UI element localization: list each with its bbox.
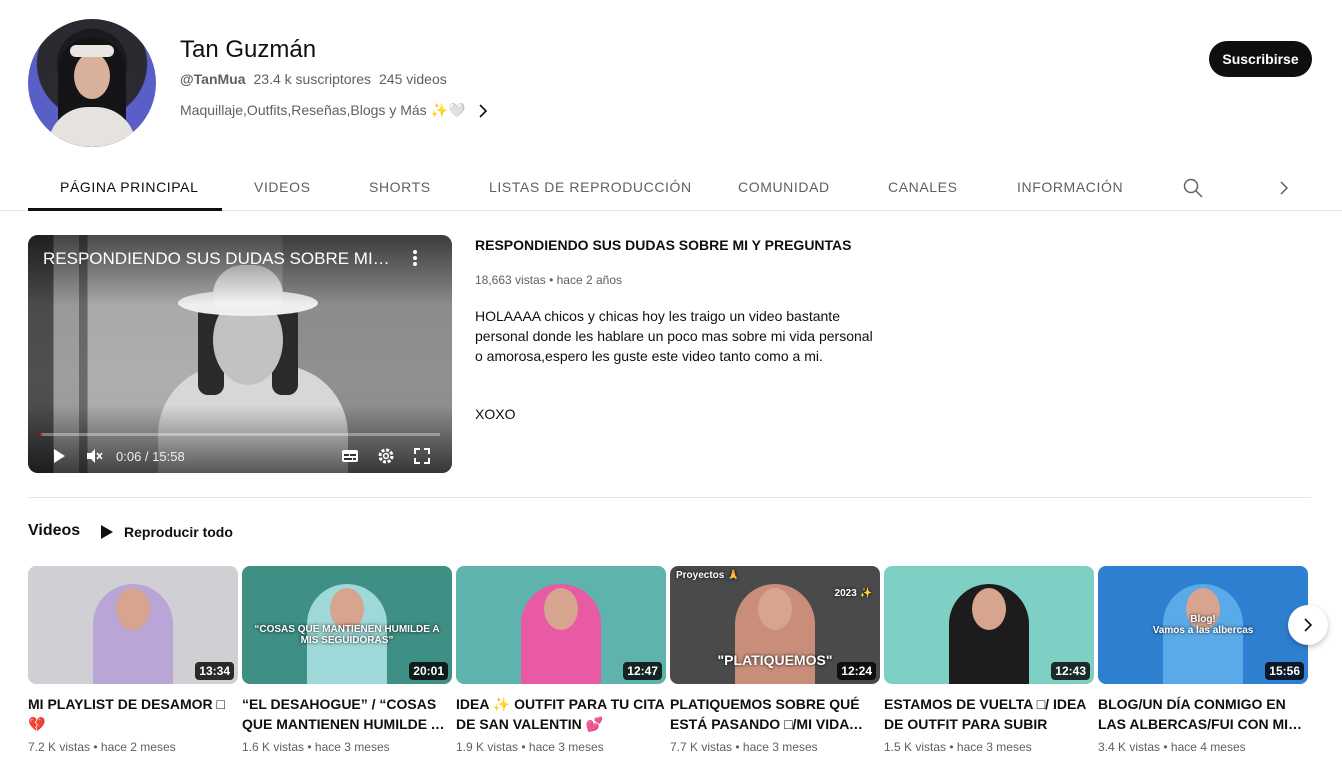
tab-playlists[interactable]: LISTAS DE REPRODUCCIÓN bbox=[489, 179, 692, 195]
play-all-label: Reproducir todo bbox=[124, 524, 233, 540]
video-meta: 1.6 K vistas • hace 3 meses bbox=[242, 740, 390, 754]
play-icon bbox=[101, 525, 113, 539]
video-card[interactable]: "PLATIQUEMOS" Proyectos 🙏 2023 ✨ 12:24 PLA… bbox=[670, 566, 880, 754]
video-meta: 7.2 K vistas • hace 2 meses bbox=[28, 740, 176, 754]
video-thumbnail[interactable]: "PLATIQUEMOS" Proyectos 🙏 2023 ✨ 12:24 bbox=[670, 566, 880, 684]
video-card[interactable]: 13:34 MI PLAYLIST DE DESAMOR □ 💔 7.2 K v… bbox=[28, 566, 238, 754]
video-title[interactable]: IDEA ✨ OUTFIT PARA TU CITA DE SAN VALENT… bbox=[456, 694, 666, 734]
chevron-right-icon bbox=[479, 103, 488, 118]
video-title[interactable]: MI PLAYLIST DE DESAMOR □ 💔 bbox=[28, 694, 238, 734]
video-duration: 12:43 bbox=[1051, 662, 1090, 680]
video-age: hace 2 meses bbox=[100, 740, 176, 754]
tab-community[interactable]: COMUNIDAD bbox=[738, 179, 830, 195]
video-card[interactable]: “COSAS QUE MANTIENEN HUMILDE A MIS SEGUI… bbox=[242, 566, 452, 754]
tab-shorts[interactable]: SHORTS bbox=[369, 179, 431, 195]
thumbnail-overlay-text: 2023 ✨ bbox=[834, 588, 872, 599]
video-thumbnail[interactable]: 13:34 bbox=[28, 566, 238, 684]
play-icon[interactable] bbox=[50, 445, 68, 467]
video-views: 1.6 K vistas bbox=[242, 740, 305, 754]
video-duration: 12:24 bbox=[837, 662, 876, 680]
video-age: hace 3 meses bbox=[528, 740, 604, 754]
player-progress-fill bbox=[40, 433, 43, 436]
video-thumbnail[interactable]: “COSAS QUE MANTIENEN HUMILDE A MIS SEGUI… bbox=[242, 566, 452, 684]
chevron-right-icon bbox=[1304, 618, 1313, 632]
video-meta: 7.7 K vistas • hace 3 meses bbox=[670, 740, 818, 754]
video-title[interactable]: BLOG/UN DÍA CONMIGO EN LAS ALBERCAS/FUI … bbox=[1098, 694, 1308, 734]
video-thumbnail[interactable]: Blog! Vamos a las albercas 15:56 bbox=[1098, 566, 1308, 684]
player-title[interactable]: RESPONDIENDO SUS DUDAS SOBRE MI Y... bbox=[43, 249, 393, 269]
player-progress-bar[interactable] bbox=[40, 433, 440, 436]
thumbnail-overlay-text: Proyectos 🙏 bbox=[676, 570, 740, 581]
video-duration: 15:56 bbox=[1265, 662, 1304, 680]
captions-icon[interactable] bbox=[341, 445, 359, 467]
player-time: 0:06 / 15:58 bbox=[116, 449, 185, 464]
video-title[interactable]: PLATIQUEMOS SOBRE QUÉ ESTÁ PASANDO □/MI … bbox=[670, 694, 880, 734]
featured-video-description: HOLAAAA chicos y chicas hoy les traigo u… bbox=[475, 308, 873, 364]
video-age: hace 4 meses bbox=[1170, 740, 1246, 754]
video-meta: 1.5 K vistas • hace 3 meses bbox=[884, 740, 1032, 754]
video-duration: 13:34 bbox=[195, 662, 234, 680]
video-views: 7.2 K vistas bbox=[28, 740, 91, 754]
more-vert-icon[interactable] bbox=[406, 247, 424, 269]
section-divider bbox=[28, 497, 1311, 498]
video-age: hace 3 meses bbox=[314, 740, 390, 754]
gear-icon[interactable] bbox=[376, 445, 396, 467]
channel-meta: @TanMua 23.4 k suscriptores 245 videos bbox=[180, 71, 447, 87]
active-tab-indicator bbox=[28, 208, 222, 211]
video-card[interactable]: 12:47 IDEA ✨ OUTFIT PARA TU CITA DE SAN … bbox=[456, 566, 666, 754]
featured-views: 18,663 vistas bbox=[475, 273, 546, 287]
featured-age: hace 2 años bbox=[556, 273, 622, 287]
channel-tabs: PÁGINA PRINCIPAL VIDEOS SHORTS LISTAS DE… bbox=[0, 164, 1342, 211]
channel-avatar bbox=[28, 19, 156, 147]
video-duration: 20:01 bbox=[409, 662, 448, 680]
fullscreen-icon[interactable] bbox=[413, 445, 431, 467]
featured-video-meta: 18,663 vistas • hace 2 años bbox=[475, 273, 622, 287]
channel-name: Tan Guzmán bbox=[180, 36, 317, 63]
video-count: 245 videos bbox=[379, 71, 447, 87]
video-meta: 1.9 K vistas • hace 3 meses bbox=[456, 740, 604, 754]
video-age: hace 3 meses bbox=[956, 740, 1032, 754]
chevron-right-icon[interactable] bbox=[1274, 177, 1294, 199]
video-thumbnail[interactable]: 12:43 bbox=[884, 566, 1094, 684]
tab-home[interactable]: PÁGINA PRINCIPAL bbox=[60, 179, 199, 195]
video-views: 1.5 K vistas bbox=[884, 740, 947, 754]
featured-video-title[interactable]: RESPONDIENDO SUS DUDAS SOBRE MI Y PREGUN… bbox=[475, 237, 895, 253]
video-thumbnail[interactable]: 12:47 bbox=[456, 566, 666, 684]
video-card[interactable]: 12:43 ESTAMOS DE VUELTA □/ IDEA DE OUTFI… bbox=[884, 566, 1094, 754]
video-meta: 3.4 K vistas • hace 4 meses bbox=[1098, 740, 1246, 754]
subscribe-button[interactable]: Suscribirse bbox=[1209, 41, 1312, 77]
video-card[interactable]: Blog! Vamos a las albercas 15:56 BLOG/UN… bbox=[1098, 566, 1308, 754]
video-views: 3.4 K vistas bbox=[1098, 740, 1161, 754]
video-views: 7.7 K vistas bbox=[670, 740, 733, 754]
video-views: 1.9 K vistas bbox=[456, 740, 519, 754]
search-icon[interactable] bbox=[1182, 177, 1204, 199]
channel-description[interactable]: Maquillaje,Outfits,Reseñas,Blogs y Más ✨… bbox=[180, 102, 489, 119]
shelf-next-button[interactable] bbox=[1288, 605, 1328, 645]
volume-muted-icon[interactable] bbox=[84, 445, 104, 467]
shelf-title: Videos bbox=[28, 522, 81, 539]
channel-description-text: Maquillaje,Outfits,Reseñas,Blogs y Más ✨… bbox=[180, 102, 466, 118]
video-age: hace 3 meses bbox=[742, 740, 818, 754]
thumbnail-overlay-text: Blog! Vamos a las albercas bbox=[1152, 614, 1254, 636]
video-title[interactable]: ESTAMOS DE VUELTA □/ IDEA DE OUTFIT PARA… bbox=[884, 694, 1094, 734]
play-all-button[interactable]: Reproducir todo bbox=[94, 518, 239, 546]
subscriber-count: 23.4 k suscriptores bbox=[253, 71, 372, 87]
thumbnail-overlay-text: “COSAS QUE MANTIENEN HUMILDE A MIS SEGUI… bbox=[254, 624, 440, 646]
video-title[interactable]: “EL DESAHOGUE” / “COSAS QUE MANTIENEN HU… bbox=[242, 694, 452, 734]
featured-video-player[interactable]: RESPONDIENDO SUS DUDAS SOBRE MI Y... 0:0… bbox=[28, 235, 452, 473]
tab-videos[interactable]: VIDEOS bbox=[254, 179, 311, 195]
channel-handle: @TanMua bbox=[180, 71, 246, 87]
tab-about[interactable]: INFORMACIÓN bbox=[1017, 179, 1123, 195]
tab-channels[interactable]: CANALES bbox=[888, 179, 958, 195]
video-duration: 12:47 bbox=[623, 662, 662, 680]
featured-video-signoff: XOXO bbox=[475, 406, 516, 422]
